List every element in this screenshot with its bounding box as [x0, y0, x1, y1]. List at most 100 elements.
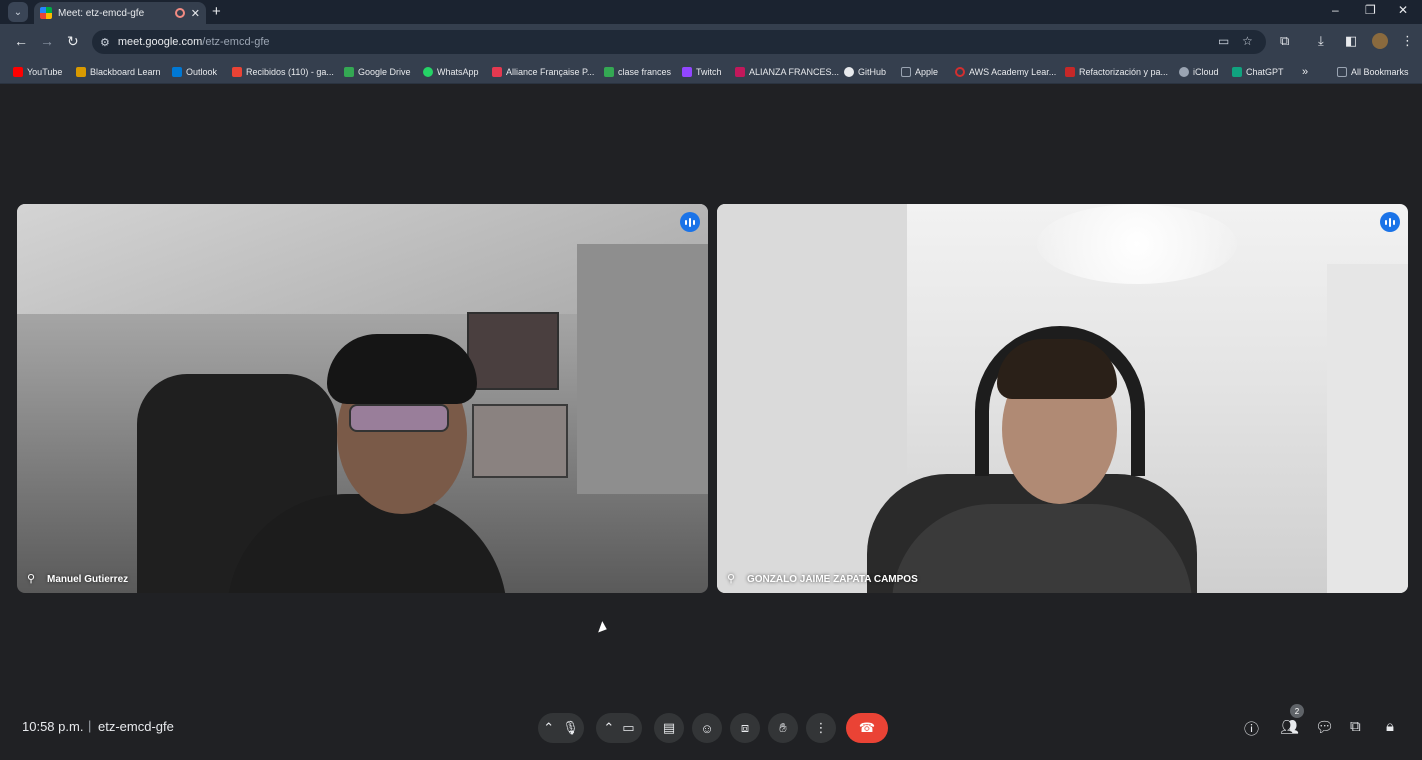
- people-icon[interactable]: 👥︎: [1280, 718, 1299, 736]
- ceiling-light: [1037, 204, 1237, 284]
- forward-icon[interactable]: →: [40, 33, 54, 49]
- folder-icon: [901, 67, 911, 77]
- bookmark-youtube[interactable]: YouTube: [13, 65, 62, 79]
- meeting-time: 10:58 p.m.: [22, 719, 84, 734]
- raise-hand-icon: ✋︎: [779, 720, 787, 735]
- divider: |: [88, 718, 92, 733]
- refactorizacion-icon: [1065, 67, 1075, 77]
- video-options-chevron-icon[interactable]: ⌃: [603, 720, 614, 736]
- browser-menu-icon[interactable]: ⋮: [1401, 33, 1414, 49]
- extensions-icon[interactable]: ⧉: [1280, 33, 1289, 49]
- outlook-icon: [172, 67, 182, 77]
- site-info-icon[interactable]: ⚙: [100, 36, 110, 49]
- alianza-icon: [735, 67, 745, 77]
- restore-icon[interactable]: ❐: [1365, 3, 1376, 17]
- camera-icon: ▭: [622, 720, 635, 735]
- microphone-icon: 🎙︎: [562, 720, 579, 735]
- browser-toolbar: ← → ↻ ⚙ meet.google.com /etz-emcd-gfe ▭ …: [0, 24, 1422, 60]
- bookmark-star-icon[interactable]: ☆: [1242, 34, 1253, 48]
- bookmark-gmail[interactable]: Recibidos (110) - ga...: [232, 65, 334, 79]
- camera-button[interactable]: ⌃ ▭: [596, 713, 642, 743]
- window-blind: [577, 244, 708, 494]
- whatsapp-icon: [423, 67, 433, 77]
- drive-icon: [604, 67, 614, 77]
- browser-tab[interactable]: Meet: etz-emcd-gfe ✕: [34, 2, 206, 24]
- pin-icon[interactable]: ⚲: [727, 573, 737, 585]
- minimize-icon[interactable]: –: [1332, 3, 1339, 17]
- google-drive-icon: [344, 67, 354, 77]
- glasses: [349, 404, 449, 432]
- emoji-icon: ☺: [700, 720, 714, 736]
- wall-poster: [467, 312, 559, 390]
- pin-icon[interactable]: ⚲: [27, 573, 37, 585]
- bookmark-alianza-frances[interactable]: ALIANZA FRANCES...: [735, 65, 839, 79]
- people-count-badge: 2: [1290, 704, 1304, 718]
- back-icon[interactable]: ←: [14, 33, 28, 49]
- folder-icon: [1337, 67, 1347, 77]
- bookmark-refactorizacion[interactable]: Refactorización y pa...: [1065, 65, 1168, 79]
- recording-indicator-icon: [174, 8, 185, 18]
- participant-tile[interactable]: ⚲ Manuel Gutierrez: [17, 204, 708, 593]
- gmail-icon: [232, 67, 242, 77]
- bookmark-outlook[interactable]: Outlook: [172, 65, 217, 79]
- more-options-button[interactable]: ⋮: [806, 713, 836, 743]
- captions-icon: ▤: [662, 720, 676, 735]
- wall-poster: [472, 404, 568, 478]
- reactions-button[interactable]: ☺: [692, 713, 722, 743]
- apple-icon: [1179, 67, 1189, 77]
- microphone-button[interactable]: ⌃ 🎙︎: [538, 713, 584, 743]
- activities-icon[interactable]: ⧉: [1350, 718, 1361, 735]
- profile-avatar[interactable]: [1372, 33, 1388, 49]
- bookmark-alliance-francaise[interactable]: Alliance Française P...: [492, 65, 594, 79]
- video-wall-right: [1327, 264, 1408, 593]
- bookmark-github[interactable]: GitHub: [844, 65, 886, 79]
- bookmark-apple[interactable]: Apple: [901, 65, 938, 79]
- audio-options-chevron-icon[interactable]: ⌃: [543, 720, 554, 736]
- reload-icon[interactable]: ↻: [67, 33, 79, 50]
- side-panel-icon[interactable]: ◧: [1345, 33, 1357, 49]
- speaking-indicator-icon: [1380, 212, 1400, 232]
- bookmark-chatgpt[interactable]: ChatGPT: [1232, 65, 1284, 79]
- present-screen-icon: ⧈: [740, 720, 750, 735]
- meet-favicon-icon: [40, 7, 52, 19]
- bookmark-twitch[interactable]: Twitch: [682, 65, 722, 79]
- participant-name-label: ⚲ Manuel Gutierrez: [27, 573, 129, 585]
- meeting-code: etz-emcd-gfe: [98, 719, 174, 734]
- url-host: meet.google.com: [117, 36, 203, 48]
- bookmarks-overflow-chevron-icon[interactable]: »: [1302, 65, 1308, 79]
- speaking-indicator-icon: [680, 212, 700, 232]
- bookmark-google-drive[interactable]: Google Drive: [344, 65, 411, 79]
- present-screen-button[interactable]: ⧈: [730, 713, 760, 743]
- chat-icon[interactable]: 💬︎: [1315, 718, 1334, 736]
- twitch-icon: [682, 67, 692, 77]
- bookmark-whatsapp[interactable]: WhatsApp: [423, 65, 479, 79]
- bookmark-icloud[interactable]: iCloud: [1179, 65, 1219, 79]
- github-icon: [844, 67, 854, 77]
- tab-search-icon[interactable]: ⌄: [8, 2, 28, 22]
- blackboard-icon: [76, 67, 86, 77]
- bookmark-blackboard[interactable]: Blackboard Learn: [76, 65, 161, 79]
- participant-tile[interactable]: ⚲ GONZALO JAIME ZAPATA CAMPOS: [717, 204, 1408, 593]
- captions-button[interactable]: ▤: [654, 713, 684, 743]
- downloads-icon[interactable]: ⤓: [1318, 33, 1324, 49]
- tab-strip: ⌄ Meet: etz-emcd-gfe ✕ + – ❐ ✕: [0, 0, 1422, 24]
- person-hair: [997, 339, 1117, 399]
- tab-title: Meet: etz-emcd-gfe: [58, 7, 145, 19]
- alliance-francaise-icon: [492, 67, 502, 77]
- participant-name-label: ⚲ GONZALO JAIME ZAPATA CAMPOS: [727, 573, 918, 585]
- all-bookmarks[interactable]: All Bookmarks: [1337, 65, 1409, 79]
- cast-icon[interactable]: ▭: [1218, 34, 1229, 48]
- bookmark-clase-frances[interactable]: clase frances: [604, 65, 671, 79]
- leave-call-button[interactable]: ☎︎: [846, 713, 888, 743]
- mouse-cursor-icon: [598, 621, 609, 635]
- chatgpt-icon: [1232, 67, 1242, 77]
- raise-hand-button[interactable]: ✋︎: [768, 713, 798, 743]
- bookmark-aws-academy[interactable]: AWS Academy Lear...: [955, 65, 1056, 79]
- meeting-info-icon[interactable]: ⓘ: [1244, 718, 1259, 739]
- bookmarks-bar: YouTube Blackboard Learn Outlook Recibid…: [0, 60, 1422, 84]
- close-tab-icon[interactable]: ✕: [191, 7, 200, 20]
- new-tab-button[interactable]: +: [212, 3, 221, 20]
- close-window-icon[interactable]: ✕: [1398, 3, 1408, 17]
- host-controls-icon[interactable]: 🔒︎: [1386, 718, 1394, 735]
- address-bar[interactable]: ⚙ meet.google.com /etz-emcd-gfe ▭ ☆: [92, 30, 1266, 54]
